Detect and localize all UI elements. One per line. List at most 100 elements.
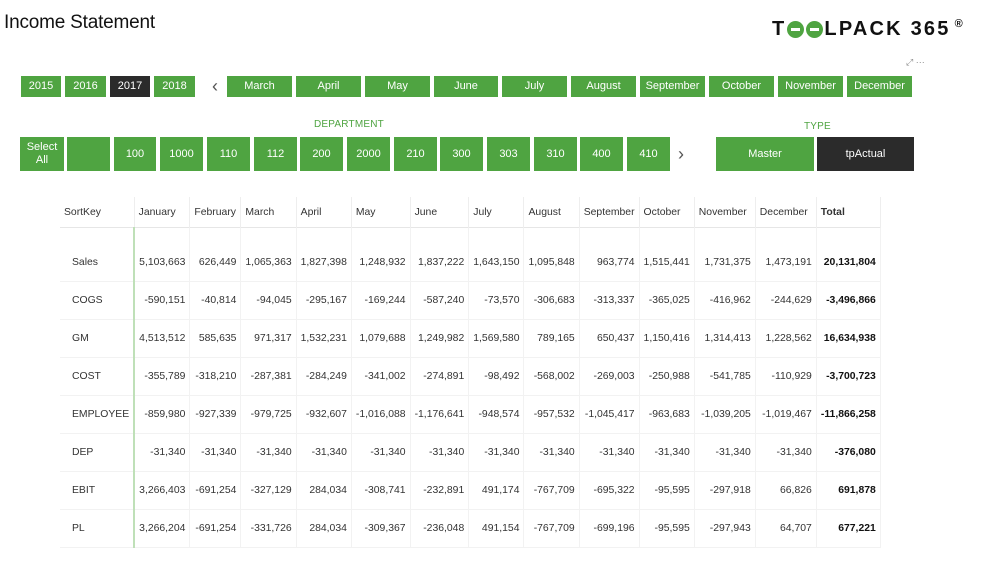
month-may-button[interactable]: May (365, 76, 430, 97)
row-total: 20,131,804 (816, 244, 881, 282)
table-cell: 650,437 (579, 319, 640, 358)
table-cell: -1,176,641 (410, 395, 470, 434)
table-cell: 491,154 (468, 509, 525, 548)
column-header-april[interactable]: April (296, 197, 352, 228)
column-header-january[interactable]: January (134, 197, 191, 228)
column-header-june[interactable]: June (410, 197, 470, 228)
column-header-july[interactable]: July (468, 197, 525, 228)
focus-mode-icon[interactable]: ⤢ (906, 57, 913, 67)
row-total: 691,878 (816, 471, 881, 510)
table-cell: -416,962 (694, 281, 756, 320)
table-cell: 1,314,413 (694, 319, 756, 358)
column-header-october[interactable]: October (639, 197, 695, 228)
department-200-button[interactable]: 200 (300, 137, 343, 171)
table-cell: -295,167 (296, 281, 352, 320)
column-header-sortkey[interactable]: SortKey (60, 197, 135, 228)
department-112-button[interactable]: 112 (254, 137, 297, 171)
table-cell: -236,048 (410, 509, 470, 548)
table-cell: 1,532,231 (296, 319, 352, 358)
logo-text-a: T (772, 18, 787, 40)
table-cell: -31,340 (755, 433, 817, 472)
month-prev-icon[interactable]: ‹ (212, 77, 218, 95)
department-110-button[interactable]: 110 (207, 137, 250, 171)
type-tpactual-button[interactable]: tpActual (817, 137, 914, 171)
table-cell: -169,244 (351, 281, 411, 320)
department-303-button[interactable]: 303 (487, 137, 530, 171)
row-label: GM (60, 319, 136, 358)
department-210-button[interactable]: 210 (394, 137, 437, 171)
department-blank-button[interactable] (67, 137, 110, 171)
table-row: COST -355,789 -318,210 -287,381 -284,249 -341… (60, 357, 881, 396)
table-cell: 971,317 (240, 319, 297, 358)
table-cell: 789,165 (523, 319, 580, 358)
column-header-september[interactable]: September (579, 197, 640, 228)
table-cell: 66,826 (755, 471, 817, 510)
department-310-button[interactable]: 310 (534, 137, 577, 171)
month-november-button[interactable]: November (778, 76, 843, 97)
month-march-button[interactable]: March (227, 76, 292, 97)
year-2015-button[interactable]: 2015 (21, 76, 61, 97)
table-cell: -587,240 (410, 281, 470, 320)
table-cell: 1,065,363 (240, 244, 297, 282)
table-cell: -31,340 (189, 433, 242, 472)
column-header-march[interactable]: March (240, 197, 297, 228)
table-row: EBIT 3,266,403 -691,254 -327,129 284,034 -308… (60, 471, 881, 510)
table-cell: -306,683 (523, 281, 580, 320)
table-cell: -948,574 (468, 395, 525, 434)
month-april-button[interactable]: April (296, 76, 361, 97)
month-august-button[interactable]: August (571, 76, 636, 97)
table-cell: -963,683 (639, 395, 695, 434)
year-2017-button[interactable]: 2017 (110, 76, 150, 97)
table-spacer-row (60, 227, 881, 244)
more-options-icon[interactable]: ··· (916, 57, 925, 67)
year-2018-button[interactable]: 2018 (154, 76, 195, 97)
table-cell: -1,039,205 (694, 395, 756, 434)
department-next-icon[interactable]: › (678, 145, 684, 163)
page-title: Income Statement (4, 12, 155, 33)
column-header-december[interactable]: December (755, 197, 817, 228)
table-cell: -957,532 (523, 395, 580, 434)
row-label: EBIT (60, 471, 136, 510)
table-row: PL 3,266,204 -691,254 -331,726 284,034 -309,3… (60, 509, 881, 548)
table-cell: 1,837,222 (410, 244, 470, 282)
year-2016-button[interactable]: 2016 (65, 76, 106, 97)
logo-o-icon (806, 21, 824, 38)
logo-text-b: LPACK 365 (824, 18, 951, 40)
department-410-button[interactable]: 410 (627, 137, 670, 171)
table-cell: -309,367 (351, 509, 411, 548)
month-december-button[interactable]: December (847, 76, 912, 97)
type-master-button[interactable]: Master (716, 137, 814, 171)
table-cell: -568,002 (523, 357, 580, 396)
department-100-button[interactable]: 100 (114, 137, 156, 171)
table-cell: -767,709 (523, 509, 580, 548)
column-header-may[interactable]: May (351, 197, 411, 228)
department-1000-button[interactable]: 1000 (160, 137, 203, 171)
table-cell: 1,095,848 (523, 244, 580, 282)
department-2000-button[interactable]: 2000 (347, 137, 390, 171)
department-select-all-button[interactable]: Select All (20, 137, 64, 171)
table-cell: -365,025 (639, 281, 695, 320)
table-cell: -98,492 (468, 357, 525, 396)
table-cell: -31,340 (410, 433, 470, 472)
month-september-button[interactable]: September (640, 76, 705, 97)
table-cell: -94,045 (240, 281, 297, 320)
table-cell: 1,079,688 (351, 319, 411, 358)
row-label: COST (60, 357, 136, 396)
table-cell: -308,741 (351, 471, 411, 510)
row-label: PL (60, 509, 136, 548)
column-header-total[interactable]: Total (816, 197, 881, 228)
month-october-button[interactable]: October (709, 76, 774, 97)
table-cell: -541,785 (694, 357, 756, 396)
department-400-button[interactable]: 400 (580, 137, 623, 171)
column-header-november[interactable]: November (694, 197, 756, 228)
table-row: Sales 5,103,663 626,449 1,065,363 1,827,398 1… (60, 244, 881, 282)
table-cell: 5,103,663 (134, 244, 191, 282)
column-header-february[interactable]: February (189, 197, 242, 228)
table-cell: -232,891 (410, 471, 470, 510)
row-label: EMPLOYEE (60, 395, 136, 434)
column-header-august[interactable]: August (523, 197, 580, 228)
month-july-button[interactable]: July (502, 76, 567, 97)
table-cell: -767,709 (523, 471, 580, 510)
department-300-button[interactable]: 300 (440, 137, 483, 171)
month-june-button[interactable]: June (434, 76, 498, 97)
